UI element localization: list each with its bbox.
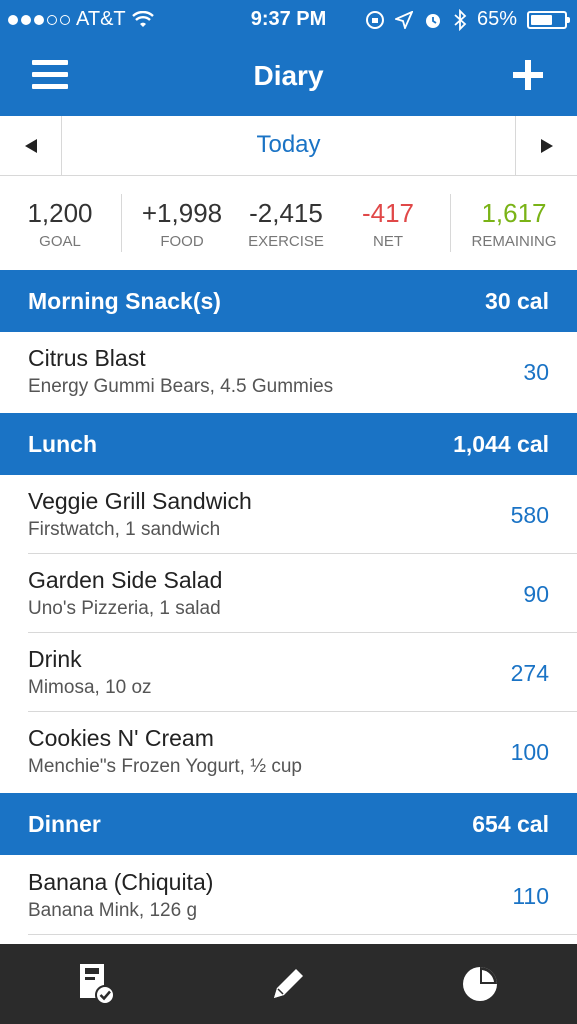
row-separator: [28, 934, 577, 935]
section-header-dinner[interactable]: Dinner 654 cal: [0, 793, 577, 855]
section-title: Morning Snack(s): [28, 287, 221, 314]
food-entry[interactable]: Citrus Blast Energy Gummi Bears, 4.5 Gum…: [0, 332, 577, 411]
food-calories: 90: [523, 581, 549, 607]
goal-label: GOAL: [39, 233, 81, 250]
food-entry[interactable]: Banana (Chiquita) Banana Mink, 126 g 110: [0, 856, 577, 935]
location-icon: [394, 10, 413, 29]
divider: [450, 194, 451, 252]
divider: [121, 194, 122, 252]
bluetooth-icon: [454, 8, 467, 31]
diary-checklist-icon[interactable]: [76, 962, 120, 1006]
food-name: Drink: [28, 646, 82, 672]
summary-food: +1,998 FOOD: [132, 198, 232, 250]
food-calories: 580: [510, 502, 549, 528]
food-name: Citrus Blast: [28, 345, 146, 371]
food-entry[interactable]: Veggie Grill Sandwich Firstwatch, 1 sand…: [0, 475, 577, 554]
food-entry[interactable]: Garden Side Salad Uno's Pizzeria, 1 sala…: [0, 554, 577, 633]
date-label[interactable]: Today: [62, 131, 515, 159]
screen-rotation-lock-icon: [365, 10, 384, 29]
food-name: Veggie Grill Sandwich: [28, 488, 252, 514]
food-label: FOOD: [160, 233, 204, 250]
arrow-right-icon: [540, 139, 553, 153]
pie-chart-icon[interactable]: [458, 962, 502, 1006]
section-total: 654 cal: [472, 810, 549, 837]
food-description: Menchie"s Frozen Yogurt, ½ cup: [28, 756, 302, 777]
section-total: 1,044 cal: [453, 430, 549, 457]
remaining-label: REMAINING: [471, 233, 557, 250]
food-description: Firstwatch, 1 sandwich: [28, 519, 221, 540]
status-right: 65%: [365, 8, 570, 31]
remaining-value: 1,617: [481, 198, 547, 228]
battery-icon: [527, 10, 570, 29]
previous-day-button[interactable]: [0, 116, 62, 176]
calorie-summary: 1,200 GOAL +1,998 FOOD -2,415 EXERCISE -…: [0, 176, 577, 270]
date-selector: Today: [0, 116, 577, 176]
food-calories: 274: [510, 660, 549, 686]
food-description: Uno's Pizzeria, 1 salad: [28, 598, 221, 619]
food-name: Garden Side Salad: [28, 567, 223, 593]
nav-bar: Diary: [0, 40, 577, 116]
food-calories: 110: [512, 883, 549, 909]
food-description: Energy Gummi Bears, 4.5 Gummies: [28, 376, 334, 397]
summary-remaining: 1,617 REMAINING: [460, 198, 568, 250]
food-description: Banana Mink, 126 g: [28, 900, 198, 921]
food-name: Banana (Chiquita): [28, 869, 214, 895]
tab-bar: [0, 944, 577, 1024]
food-description: Mimosa, 10 oz: [28, 677, 152, 698]
exercise-value: -2,415: [249, 198, 323, 228]
page-title: Diary: [253, 60, 324, 91]
section-header-lunch[interactable]: Lunch 1,044 cal: [0, 413, 577, 475]
exercise-label: EXERCISE: [248, 233, 324, 250]
net-label: NET: [373, 233, 403, 250]
section-title: Dinner: [28, 810, 101, 837]
food-entry[interactable]: Drink Mimosa, 10 oz 274: [0, 633, 577, 712]
battery-percent: 65%: [476, 8, 517, 30]
plus-icon[interactable]: [513, 60, 543, 90]
section-header-morning-snacks[interactable]: Morning Snack(s) 30 cal: [0, 270, 577, 332]
food-calories: 30: [523, 359, 549, 385]
section-title: Lunch: [28, 430, 97, 457]
status-bar: AT&T 9:37 PM 65%: [0, 0, 577, 40]
arrow-left-icon: [24, 139, 37, 153]
food-entry[interactable]: Cookies N' Cream Menchie"s Frozen Yogurt…: [0, 712, 577, 791]
alarm-icon: [425, 13, 440, 28]
food-name: Cookies N' Cream: [28, 725, 214, 751]
summary-net: -417 NET: [342, 198, 434, 250]
net-value: -417: [361, 198, 415, 228]
goal-value: 1,200: [27, 198, 93, 228]
food-value: +1,998: [141, 198, 223, 228]
pencil-icon[interactable]: [266, 962, 310, 1006]
summary-goal: 1,200 GOAL: [12, 198, 108, 250]
section-total: 30 cal: [485, 287, 549, 314]
summary-exercise: -2,415 EXERCISE: [236, 198, 336, 250]
food-calories: 100: [510, 739, 549, 765]
next-day-button[interactable]: [515, 116, 577, 176]
